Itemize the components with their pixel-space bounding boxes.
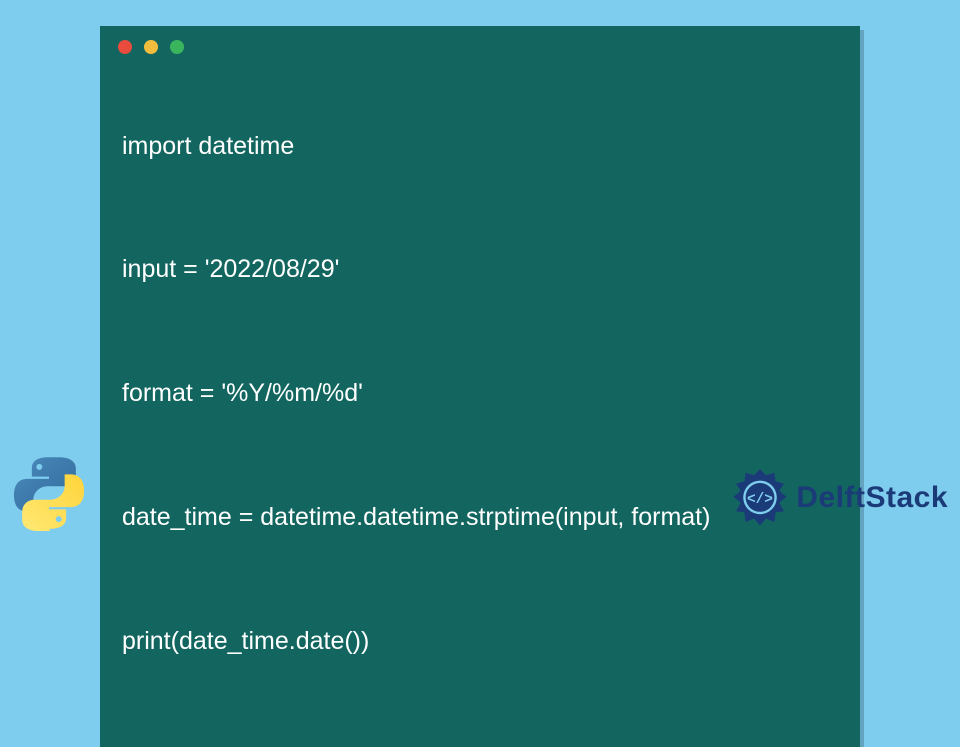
window-dot-maximize-icon	[170, 40, 184, 54]
code-line: format = '%Y/%m/%d'	[122, 378, 838, 409]
delftstack-logo-icon: </>	[730, 468, 790, 528]
code-line: input = '2022/08/29'	[122, 254, 838, 285]
window-titlebar	[100, 26, 860, 62]
brand-name: DelftStack	[796, 481, 948, 515]
code-line: print(date_time.date())	[122, 626, 838, 657]
code-window: import datetime input = '2022/08/29' for…	[100, 26, 860, 747]
window-dot-minimize-icon	[144, 40, 158, 54]
delftstack-brand: </> DelftStack	[730, 468, 948, 528]
code-line: import datetime	[122, 131, 838, 162]
svg-text:</>: </>	[747, 492, 773, 508]
window-dot-close-icon	[118, 40, 132, 54]
code-block: import datetime input = '2022/08/29' for…	[100, 62, 860, 725]
python-logo-icon	[8, 452, 90, 534]
